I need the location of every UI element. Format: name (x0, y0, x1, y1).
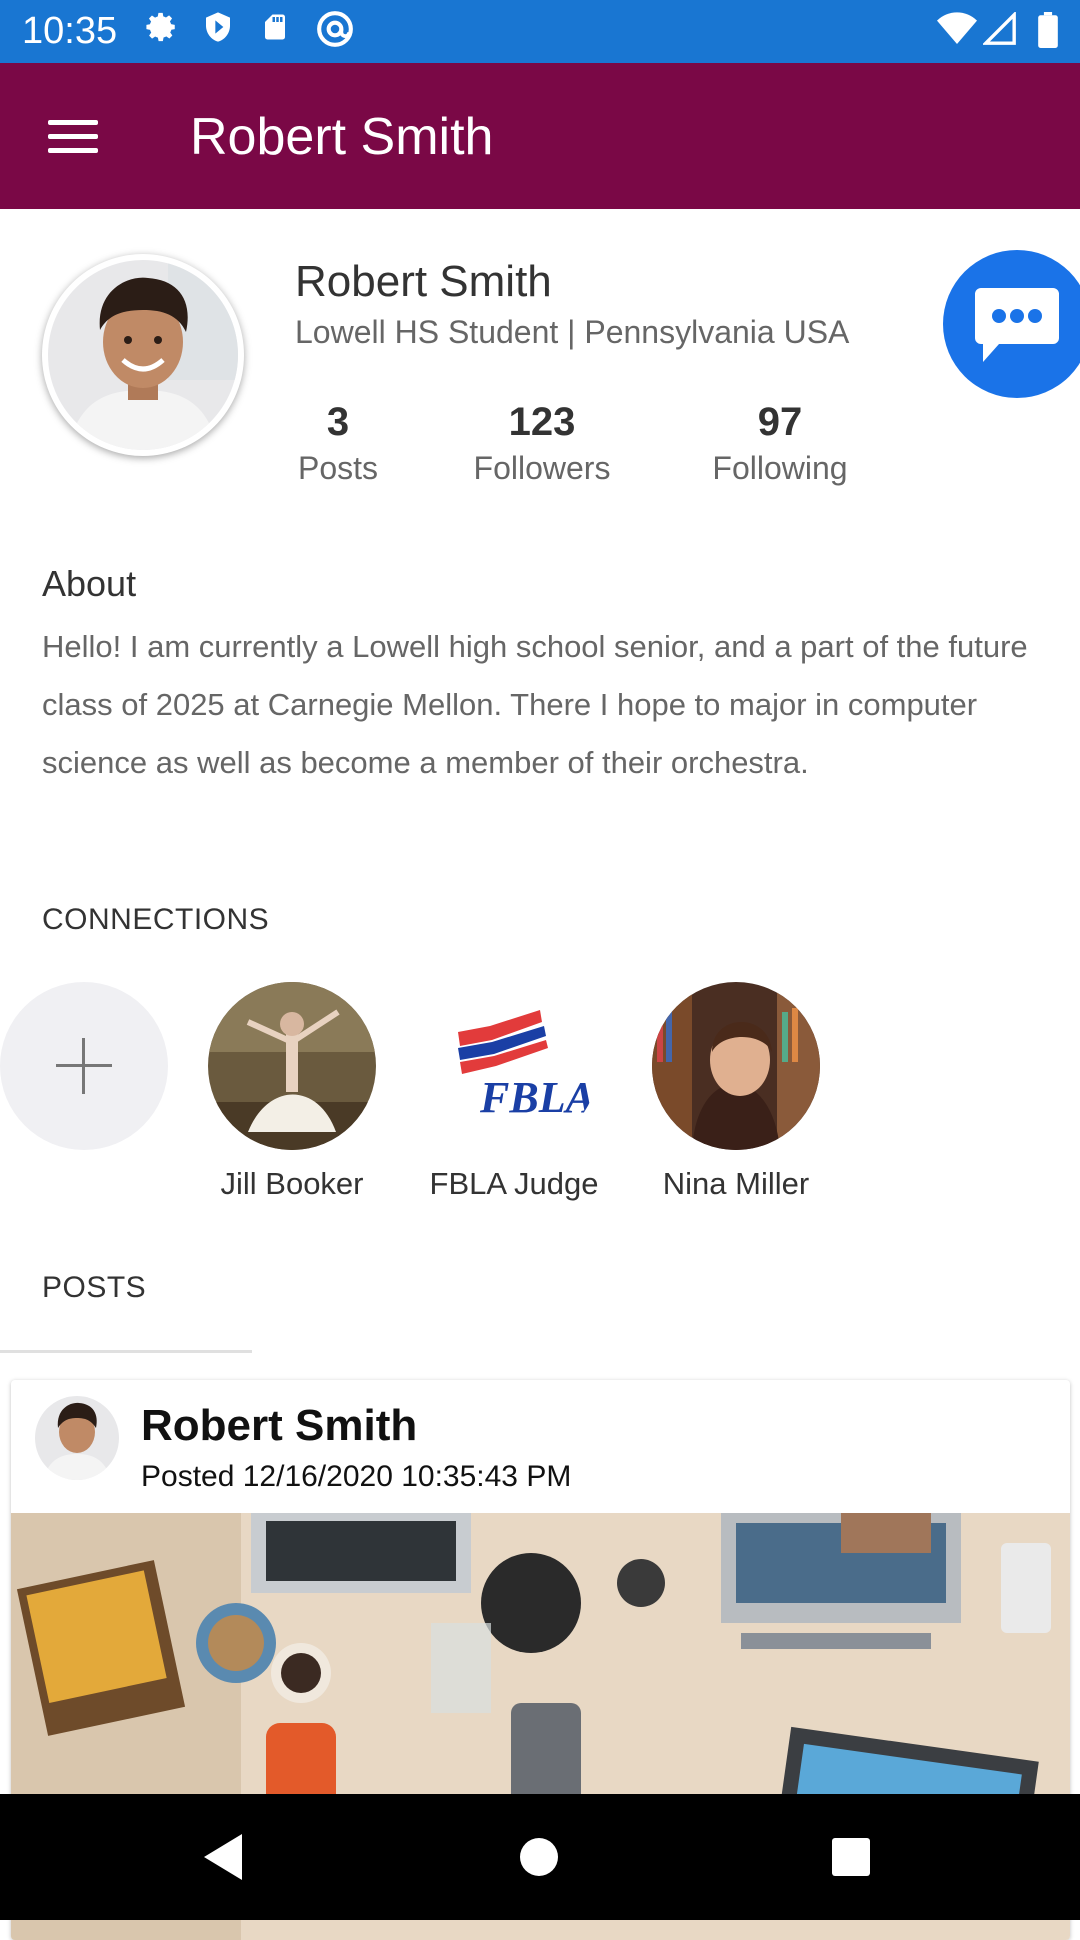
connection-name: Jill Booker (220, 1166, 364, 1201)
connection-avatar (208, 982, 376, 1150)
profile-avatar[interactable] (42, 254, 244, 456)
posts-heading: POSTS (42, 1271, 147, 1304)
app-bar-title: Robert Smith (190, 108, 494, 166)
stat-posts-label: Posts (297, 450, 379, 486)
connection-name: Nina Miller (662, 1166, 810, 1201)
signal-icon (983, 12, 1016, 45)
system-nav-bar (0, 1794, 1080, 1920)
connection-avatar (652, 982, 820, 1150)
status-icons-right (937, 12, 1062, 52)
home-icon[interactable] (506, 1824, 572, 1890)
profile-name: Robert Smith (295, 257, 552, 306)
connection-nina-miller[interactable]: Nina Miller (636, 982, 836, 1204)
connections-heading: CONNECTIONS (42, 903, 270, 936)
back-icon[interactable] (192, 1824, 258, 1890)
gear-icon (146, 12, 175, 42)
recents-icon[interactable] (818, 1824, 884, 1890)
at-sign-icon (317, 11, 353, 47)
app-bar: Robert Smith (0, 63, 1080, 209)
stat-posts[interactable]: 3 Posts (280, 398, 396, 490)
stat-followers[interactable]: 123 Followers (452, 398, 632, 490)
post-timestamp: Posted 12/16/2020 10:35:43 PM (141, 1460, 572, 1493)
about-heading: About (42, 563, 137, 604)
status-time: 10:35 (22, 10, 118, 52)
stat-posts-value: 3 (326, 400, 350, 444)
posts-divider (0, 1350, 252, 1353)
post-author-avatar[interactable] (35, 1396, 119, 1480)
chat-bubble-icon (975, 288, 1059, 362)
fbla-logo: FBLA (430, 982, 598, 1150)
stat-following[interactable]: 97 Following (690, 398, 870, 490)
stat-followers-value: 123 (508, 400, 576, 444)
connection-fbla-judge[interactable]: FBLA FBLA Judge (414, 982, 614, 1204)
connection-name: FBLA Judge (429, 1166, 599, 1201)
stat-following-value: 97 (757, 400, 803, 444)
battery-icon (1038, 12, 1058, 48)
connection-jill-booker[interactable]: Jill Booker (192, 982, 392, 1204)
stat-following-label: Following (712, 450, 848, 486)
post-author[interactable]: Robert Smith (141, 1400, 417, 1452)
fbla-logo-text: FBLA (479, 1073, 595, 1122)
wifi-icon (937, 12, 977, 44)
shield-icon (206, 12, 230, 42)
add-connection-button[interactable] (0, 982, 168, 1150)
plus-icon (56, 1038, 112, 1094)
message-button[interactable] (943, 250, 1080, 398)
stat-followers-label: Followers (473, 450, 611, 486)
status-bar: 10:35 (0, 0, 1080, 63)
hamburger-menu-icon[interactable] (30, 103, 116, 169)
about-text: Hello! I am currently a Lowell high scho… (42, 629, 1028, 780)
sd-card-icon (265, 14, 285, 40)
profile-subtitle: Lowell HS Student | Pennsylvania USA (295, 314, 850, 350)
